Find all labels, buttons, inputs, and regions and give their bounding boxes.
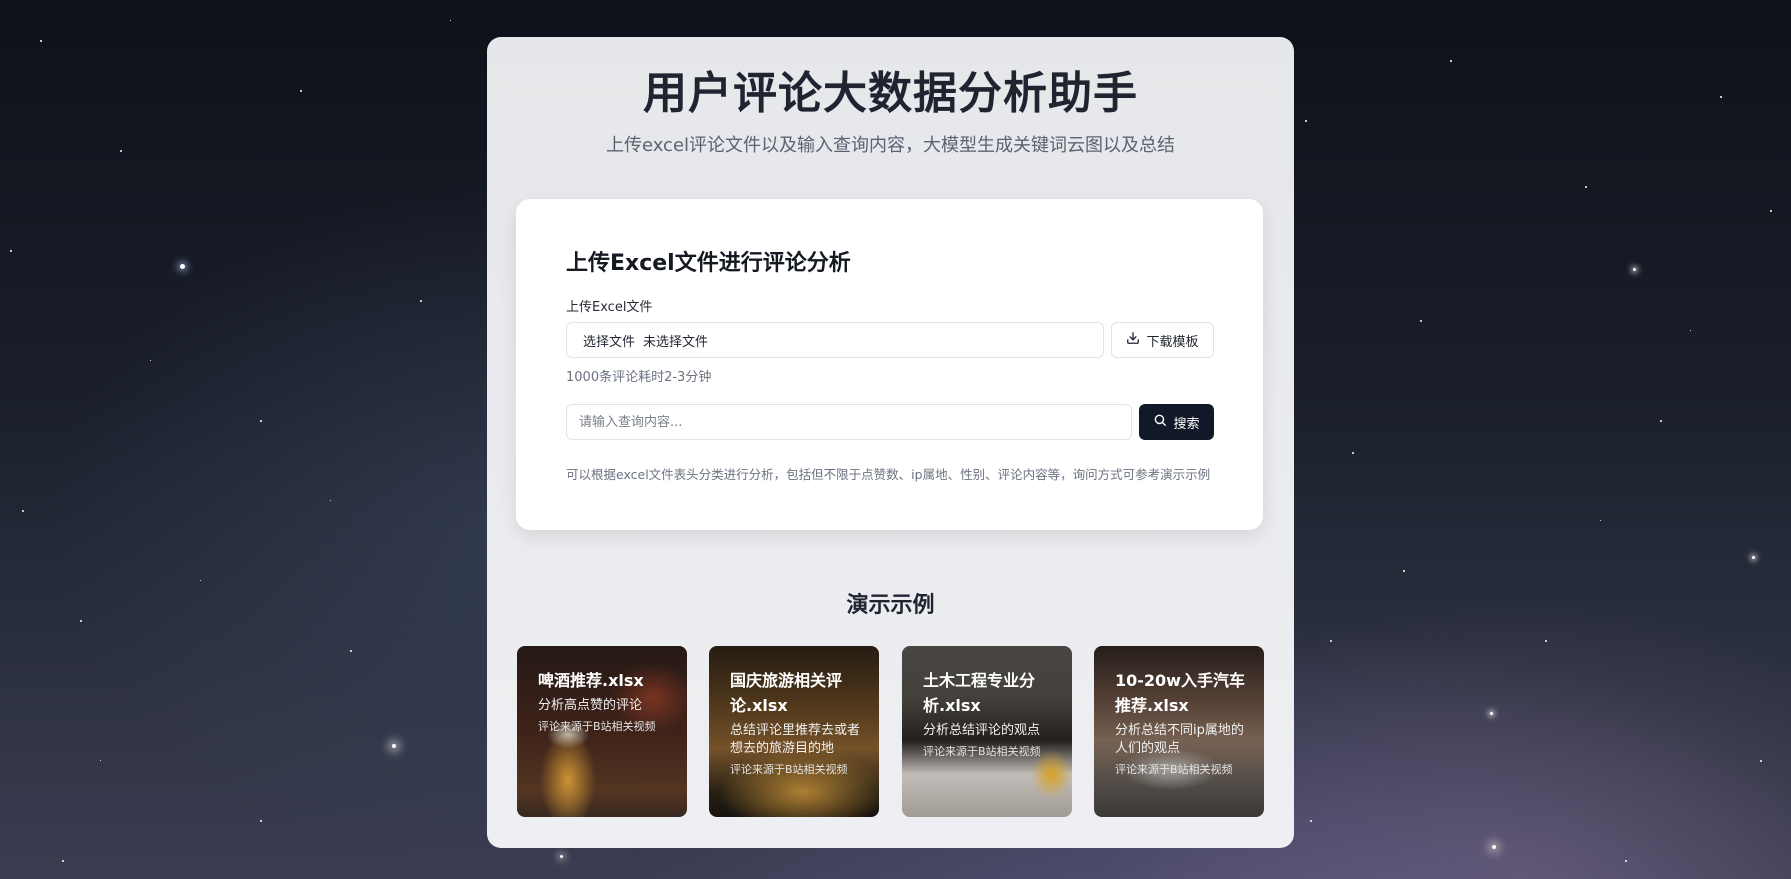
download-icon xyxy=(1126,331,1140,349)
demo-card-title: 国庆旅游相关评论.xlsx xyxy=(730,671,843,715)
page-subtitle: 上传excel评论文件以及输入查询内容，大模型生成关键词云图以及总结 xyxy=(605,135,1176,156)
demo-section-title: 演示示例 xyxy=(846,593,935,618)
demo-card-beer[interactable]: 啤酒推荐.xlsx 分析高点赞的评论 评论来源于B站相关视频 xyxy=(517,646,687,817)
demo-card-content: 国庆旅游相关评论.xlsx 总结评论里推荐去或者想去的旅游目的地 评论来源于B站… xyxy=(730,668,865,778)
demo-card-desc: 分析总结不同ip属地的人们的观点 xyxy=(1115,723,1244,756)
demo-card-source: 评论来源于B站相关视频 xyxy=(538,720,656,733)
choose-file-button[interactable]: 选择文件 xyxy=(583,331,635,350)
page-title: 用户评论大数据分析助手 xyxy=(643,68,1138,119)
usage-hint: 可以根据excel文件表头分类进行分析，包括但不限于点赞数、ip属地、性别、评论… xyxy=(566,467,1211,482)
demo-card-travel[interactable]: 国庆旅游相关评论.xlsx 总结评论里推荐去或者想去的旅游目的地 评论来源于B站… xyxy=(709,646,879,817)
upload-card-title: 上传Excel文件进行评论分析 xyxy=(566,251,851,276)
demo-card-title: 啤酒推荐.xlsx xyxy=(538,671,644,690)
demo-card-desc: 分析高点赞的评论 xyxy=(538,698,643,713)
time-hint: 1000条评论耗时2-3分钟 xyxy=(566,370,712,385)
download-template-label: 下载模板 xyxy=(1146,334,1199,350)
demo-card-desc: 总结评论里推荐去或者想去的旅游目的地 xyxy=(730,723,861,756)
demo-card-source: 评论来源于B站相关视频 xyxy=(730,763,848,776)
demo-card-content: 啤酒推荐.xlsx 分析高点赞的评论 评论来源于B站相关视频 xyxy=(538,668,673,735)
search-button[interactable]: 搜索 xyxy=(1139,404,1214,440)
main-panel: 用户评论大数据分析助手 上传excel评论文件以及输入查询内容，大模型生成关键词… xyxy=(487,37,1294,848)
demo-card-content: 土木工程专业分析.xlsx 分析总结评论的观点 评论来源于B站相关视频 xyxy=(923,668,1058,760)
search-input[interactable] xyxy=(566,404,1132,440)
search-button-label: 搜索 xyxy=(1173,416,1200,432)
demo-card-source: 评论来源于B站相关视频 xyxy=(1115,763,1233,776)
no-file-text: 未选择文件 xyxy=(643,334,709,350)
demo-card-car[interactable]: 10-20w入手汽车推荐.xlsx 分析总结不同ip属地的人们的观点 评论来源于… xyxy=(1094,646,1264,817)
file-field-label: 上传Excel文件 xyxy=(566,300,653,315)
file-input[interactable]: 选择文件 未选择文件 xyxy=(566,322,1104,358)
download-template-button[interactable]: 下载模板 xyxy=(1111,322,1214,358)
demo-card-title: 土木工程专业分析.xlsx xyxy=(923,671,1036,715)
demo-card-civil[interactable]: 土木工程专业分析.xlsx 分析总结评论的观点 评论来源于B站相关视频 xyxy=(902,646,1072,817)
search-icon xyxy=(1153,413,1167,431)
demo-card-content: 10-20w入手汽车推荐.xlsx 分析总结不同ip属地的人们的观点 评论来源于… xyxy=(1115,668,1250,778)
demo-card-desc: 分析总结评论的观点 xyxy=(923,723,1041,738)
demo-card-source: 评论来源于B站相关视频 xyxy=(923,745,1041,758)
upload-card: 上传Excel文件进行评论分析 上传Excel文件 选择文件 未选择文件 下载模… xyxy=(516,199,1263,530)
demo-card-title: 10-20w入手汽车推荐.xlsx xyxy=(1115,671,1245,715)
